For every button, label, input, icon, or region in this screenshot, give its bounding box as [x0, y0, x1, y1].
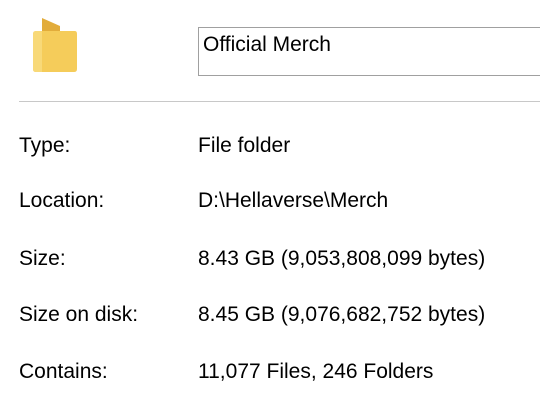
property-label-size: Size: [19, 247, 66, 270]
property-value-type: File folder [198, 134, 291, 157]
property-label-location: Location: [19, 189, 105, 212]
property-label-type: Type: [19, 134, 71, 157]
property-label-contains: Contains: [19, 360, 108, 383]
property-label-size-on-disk: Size on disk: [19, 303, 139, 326]
property-value-size-on-disk: 8.45 GB (9,076,682,752 bytes) [198, 303, 486, 326]
property-value-location: D:\Hellaverse\Merch [198, 189, 389, 212]
divider [19, 101, 540, 102]
property-value-size: 8.43 GB (9,053,808,099 bytes) [198, 247, 486, 270]
folder-icon [30, 16, 78, 82]
property-value-contains: 11,077 Files, 246 Folders [198, 360, 434, 383]
folder-name-input[interactable]: Official Merch [198, 27, 540, 76]
